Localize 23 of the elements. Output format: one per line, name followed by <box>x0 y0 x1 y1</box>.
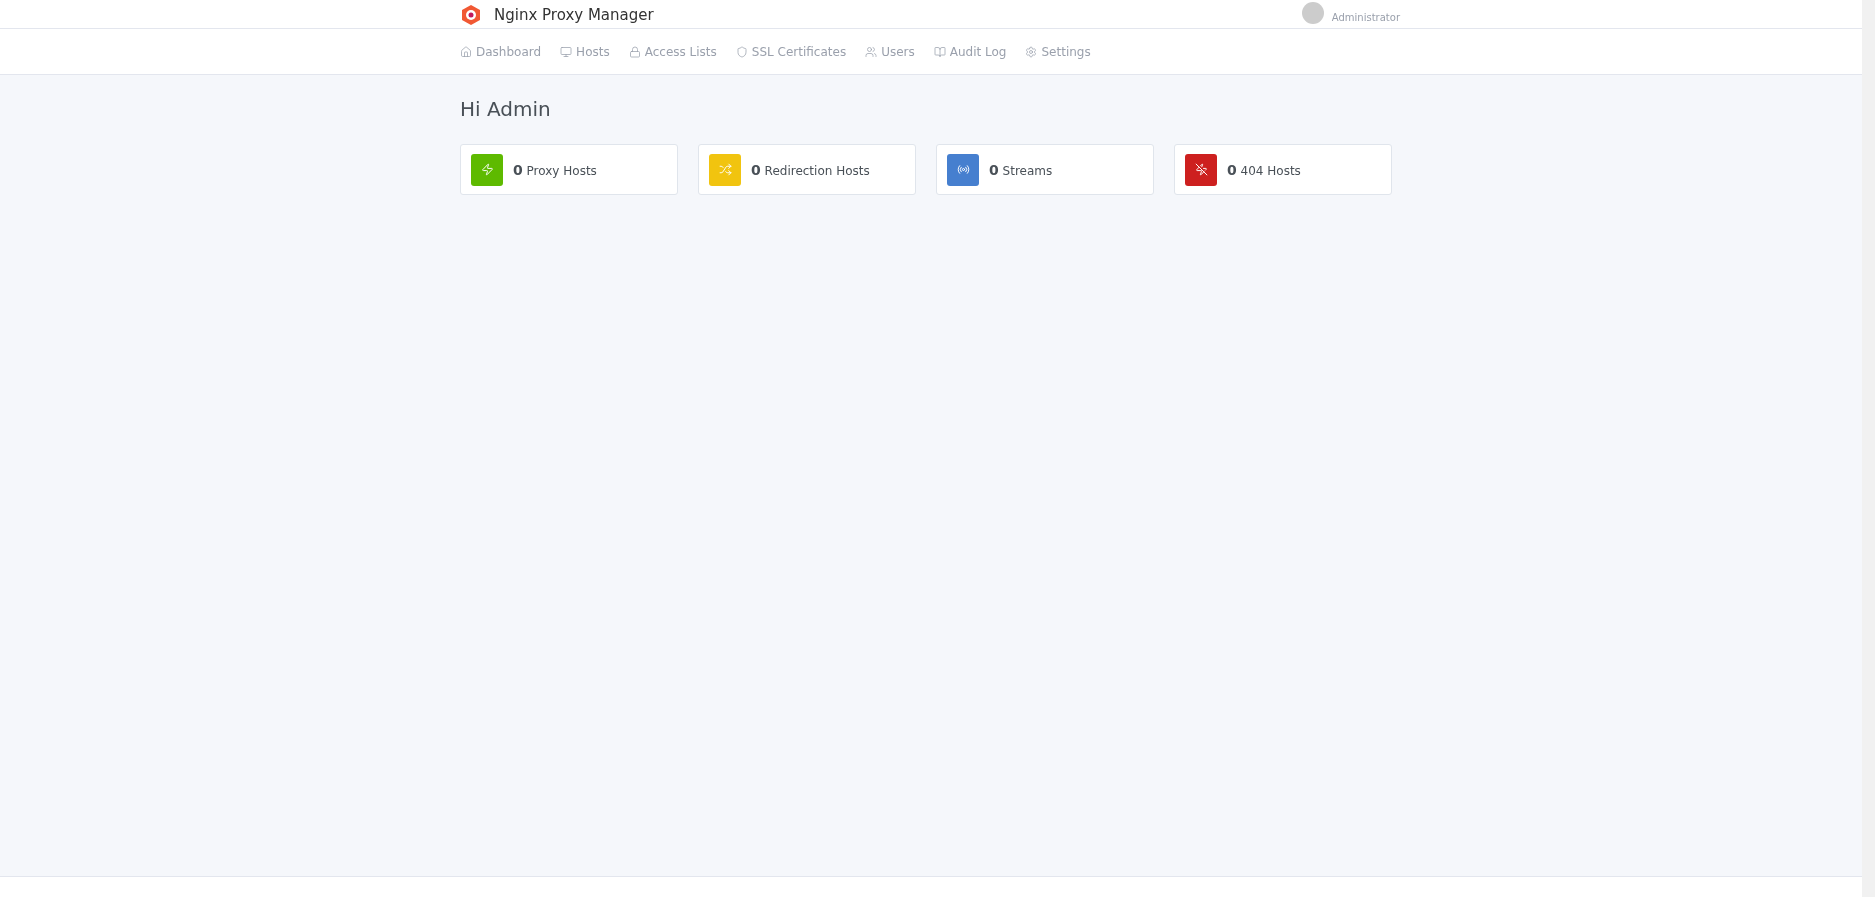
nav-link[interactable]: Audit Log <box>933 44 1007 59</box>
home-icon <box>460 45 472 58</box>
logo-icon <box>460 4 482 26</box>
stat-label: 0 404 Hosts <box>1227 161 1301 178</box>
book-icon <box>933 45 946 58</box>
nav-link[interactable]: SSL Certificates <box>735 44 847 59</box>
avatar[interactable] <box>1301 2 1324 24</box>
settings-icon <box>1025 45 1038 58</box>
stat-label: 0 Redirection Hosts <box>751 161 870 178</box>
app-name: Nginx Proxy Manager <box>494 6 654 24</box>
lock-icon <box>628 45 641 58</box>
user-role: Administrator <box>1331 12 1400 23</box>
greeting: Hi Admin <box>460 97 551 121</box>
monitor-icon <box>560 45 573 58</box>
nav-link[interactable]: Hosts <box>560 44 610 59</box>
shield-icon <box>735 45 748 58</box>
nav-link[interactable]: Users <box>865 44 915 59</box>
nav-link[interactable]: Dashboard <box>460 44 542 59</box>
stat-label: 0 Proxy Hosts <box>513 161 597 178</box>
stat-label: 0 Streams <box>989 161 1053 178</box>
nav-link[interactable]: Access Lists <box>628 44 717 59</box>
nav-link[interactable]: Settings <box>1025 44 1091 59</box>
users-icon <box>865 45 878 58</box>
